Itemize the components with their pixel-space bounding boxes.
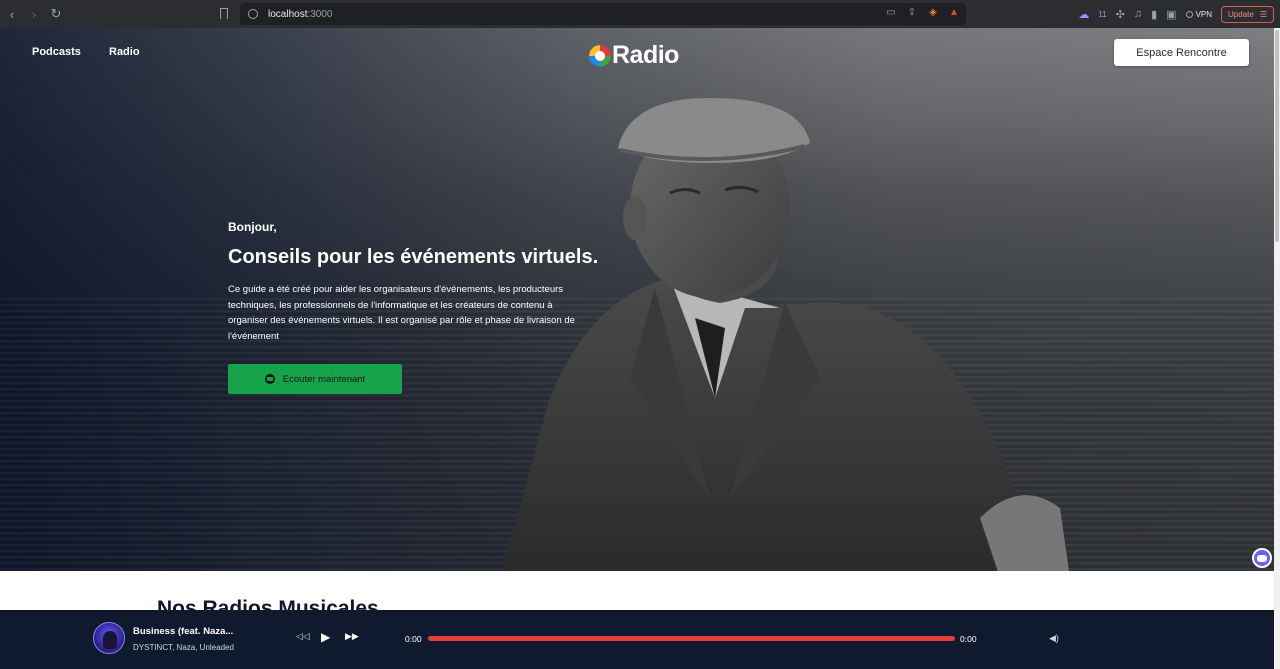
play-icon[interactable]: ▶ xyxy=(321,630,330,644)
site-info-icon[interactable] xyxy=(248,9,258,19)
hero-section: Podcasts Radio Radio Espace Rencontre Bo… xyxy=(0,28,1274,571)
chat-widget-icon[interactable] xyxy=(1252,548,1272,568)
espace-rencontre-button[interactable]: Espace Rencontre xyxy=(1114,39,1249,66)
update-button[interactable]: Update ☰ xyxy=(1221,5,1274,23)
hero-greeting: Bonjour, xyxy=(228,220,277,234)
cast-icon[interactable]: ▭ xyxy=(885,6,897,20)
url-port: :3000 xyxy=(307,8,333,20)
puzzle-icon[interactable]: ✣ xyxy=(1116,8,1125,21)
sidebar-icon[interactable]: ▮ xyxy=(1151,8,1157,21)
next-track-icon[interactable]: ▶▶ xyxy=(345,631,359,642)
site-logo[interactable]: Radio xyxy=(589,41,679,70)
spotify-icon xyxy=(264,374,275,384)
browser-toolbar: ‹ › ↻ localhost:3000 ▭ ⇪ ◈ ▲ ☁ 11 ✣ ♫ ▮ … xyxy=(0,0,1280,28)
back-icon[interactable]: ‹ xyxy=(1,3,23,25)
previous-track-icon[interactable]: ◁◁ xyxy=(296,631,310,642)
music-icon[interactable]: ♫ xyxy=(1134,8,1142,20)
update-label: Update xyxy=(1228,9,1254,19)
vpn-icon xyxy=(1185,10,1193,18)
share-icon[interactable]: ⇪ xyxy=(906,6,918,20)
section-title: Nos Radios Musicales xyxy=(157,597,379,610)
url-host: localhost xyxy=(268,8,308,20)
listen-now-label: Ecouter maintenant xyxy=(282,373,366,385)
volume-icon[interactable]: ◀) xyxy=(1049,633,1059,644)
nav-radio[interactable]: Radio xyxy=(109,46,140,58)
scrollbar-thumb[interactable] xyxy=(1275,30,1279,242)
nav-podcasts[interactable]: Podcasts xyxy=(32,46,81,58)
current-time: 0:00 xyxy=(405,634,422,644)
vpn-label: VPN xyxy=(1195,9,1213,19)
logo-text: Radio xyxy=(612,41,679,69)
page-scrollbar[interactable] xyxy=(1274,28,1280,669)
forward-icon[interactable]: › xyxy=(23,3,45,25)
logo-mark-icon xyxy=(589,44,611,67)
bookmark-icon[interactable] xyxy=(220,8,228,19)
vpn-button[interactable]: VPN xyxy=(1185,9,1213,19)
menu-icon: ☰ xyxy=(1259,9,1267,19)
progress-bar[interactable] xyxy=(428,636,955,641)
brave-shield-icon[interactable]: ◈ xyxy=(927,6,939,20)
track-cover-image xyxy=(93,622,125,654)
brave-rewards-icon[interactable]: ▲ xyxy=(948,6,960,20)
track-title: Business (feat. Naza... xyxy=(133,626,234,637)
hero-headline: Conseils pour les événements virtuels. xyxy=(228,246,599,268)
wallet-icon[interactable]: ▣ xyxy=(1166,8,1176,21)
address-bar[interactable]: localhost:3000 ▭ ⇪ ◈ ▲ xyxy=(240,3,966,25)
hero-description: Ce guide a été créé pour aider les organ… xyxy=(228,284,575,342)
extension-icon[interactable]: ☁ xyxy=(1078,8,1089,21)
reload-icon[interactable]: ↻ xyxy=(45,3,67,25)
extension-badge[interactable]: 11 xyxy=(1098,10,1106,19)
duration: 0:00 xyxy=(960,634,977,644)
track-artists: DYSTINCT, Naza, Unleaded xyxy=(133,643,234,652)
main-content: Nos Radios Musicales xyxy=(0,571,1274,610)
listen-now-button[interactable]: Ecouter maintenant xyxy=(228,364,402,394)
audio-player: Business (feat. Naza... DYSTINCT, Naza, … xyxy=(0,610,1274,669)
